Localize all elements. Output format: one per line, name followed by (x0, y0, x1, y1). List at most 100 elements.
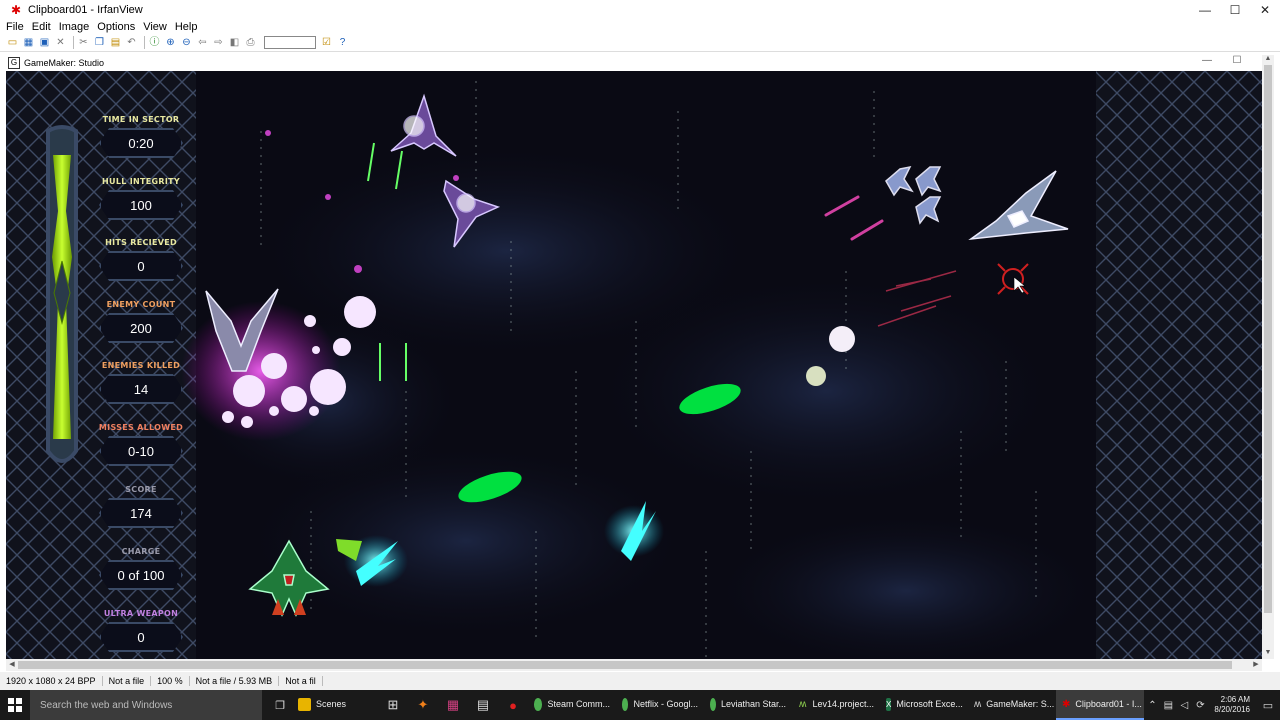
store-icon[interactable]: ⊞ (378, 690, 408, 720)
network-icon[interactable]: ▤ (1161, 700, 1175, 711)
scroll-left-icon[interactable]: ◀ (6, 659, 18, 671)
menu-help[interactable]: Help (175, 21, 198, 33)
taskbar-item-netflix[interactable]: Netflix - Googl... (616, 690, 704, 720)
hud-label: MISSES ALLOWED (98, 423, 184, 432)
taskbar-clock[interactable]: 2:06 AM 8/20/2016 (1208, 695, 1256, 715)
scroll-up-icon[interactable]: ▲ (1262, 55, 1274, 65)
zoom-input[interactable] (264, 36, 316, 49)
windows-icon (8, 698, 22, 712)
copy-icon[interactable]: ❐ (93, 36, 106, 49)
undo-icon[interactable]: ↶ (125, 36, 138, 49)
excel-icon: X (886, 697, 892, 711)
toolbar-separator (73, 36, 74, 49)
print-icon[interactable]: ⎙ (244, 36, 257, 49)
taskbar-item-excel[interactable]: X Microsoft Exce... (880, 690, 968, 720)
game-viewport[interactable]: TIME IN SECTOR 0:20 HULL INTEGRITY 100 H… (6, 71, 1262, 659)
health-bar (46, 125, 78, 463)
clock-date: 8/20/2016 (1214, 705, 1250, 714)
menu-view[interactable]: View (143, 21, 167, 33)
taskbar-search[interactable]: Search the web and Windows (30, 690, 262, 720)
info-icon[interactable]: ⓘ (148, 36, 161, 49)
notification-icon[interactable]: ▭ (1256, 699, 1280, 712)
hud-value: 0:20 (99, 128, 183, 158)
hud-label: ULTRA WEAPON (103, 609, 179, 618)
slideshow-icon[interactable]: ◧ (228, 36, 241, 49)
hud-label: SCORE (125, 485, 157, 494)
maximize-button[interactable]: ☐ (1220, 0, 1250, 20)
hud-value: 0 of 100 (99, 560, 183, 590)
minimize-button[interactable]: — (1190, 0, 1220, 20)
status-size: Not a file / 5.93 MB (190, 676, 280, 686)
menu-image[interactable]: Image (59, 21, 90, 33)
taskbar-item-label: Steam Comm... (547, 699, 610, 709)
menu-file[interactable]: File (6, 21, 24, 33)
zoom-out-icon[interactable]: ⊖ (180, 36, 193, 49)
toolbar-separator (144, 36, 145, 49)
menu-bar: File Edit Image Options View Help (0, 20, 1280, 34)
status-dimensions: 1920 x 1080 x 24 BPP (0, 676, 103, 686)
open-icon[interactable]: ▭ (6, 36, 19, 49)
record-icon[interactable]: ● (498, 690, 528, 720)
volume-icon[interactable]: ◁ (1177, 700, 1191, 711)
gamemaker-window-controls: — ☐ (1192, 55, 1252, 66)
window-controls: — ☐ ✕ (1190, 0, 1280, 20)
taskbar-item-label: Microsoft Exce... (896, 699, 963, 709)
system-tray: ⌃ ▤ ◁ ⟳ 2:06 AM 8/20/2016 ▭ (1144, 690, 1280, 720)
gamemaker-window-bar: G GameMaker: Studio — ☐ (6, 55, 1272, 71)
taskbar-item-clipboard[interactable]: ✱ Clipboard01 - I... (1056, 690, 1144, 720)
task-view-icon[interactable]: ❐ (268, 690, 292, 720)
gamemaker-window-title: GameMaker: Studio (24, 58, 105, 68)
hud-enemy-count: ENEMY COUNT 200 (96, 300, 186, 343)
next-icon[interactable]: ⇨ (212, 36, 225, 49)
help-icon[interactable]: ? (336, 36, 349, 49)
paste-icon[interactable]: ▤ (109, 36, 122, 49)
chevron-up-icon[interactable]: ⌃ (1145, 700, 1159, 711)
calculator-icon[interactable]: ▤ (468, 690, 498, 720)
options-icon[interactable]: ☑ (320, 36, 333, 49)
zoom-in-icon[interactable]: ⊕ (164, 36, 177, 49)
taskbar-item-gamemaker[interactable]: ʍ GameMaker: S... (968, 690, 1056, 720)
start-button[interactable] (0, 690, 30, 720)
previous-icon[interactable]: ⇦ (196, 36, 209, 49)
hud-ultra-weapon: ULTRA WEAPON 0 (96, 609, 186, 652)
horizontal-scrollbar[interactable]: ◀ ▶ (6, 659, 1262, 671)
taskbar-item-steam[interactable]: Steam Comm... (528, 690, 616, 720)
scroll-down-icon[interactable]: ▼ (1262, 649, 1274, 659)
menu-options[interactable]: Options (97, 21, 135, 33)
chrome-icon (534, 697, 543, 711)
paint-icon[interactable]: ▦ (438, 690, 468, 720)
menu-edit[interactable]: Edit (32, 21, 51, 33)
thumbnails-icon[interactable]: ▦ (22, 36, 35, 49)
irfanview-icon: ✱ (10, 3, 22, 17)
hud-value: 174 (99, 498, 183, 528)
vertical-scrollbar[interactable]: ▲ ▼ (1262, 55, 1274, 659)
close-button[interactable]: ✕ (1250, 0, 1280, 20)
status-bar: 1920 x 1080 x 24 BPP Not a file 100 % No… (0, 672, 1280, 690)
taskbar-item-lev14[interactable]: ʍ Lev14.project... (792, 690, 880, 720)
save-icon[interactable]: ▣ (38, 36, 51, 49)
taskbar-item-leviathan[interactable]: Leviathan Star... (704, 690, 792, 720)
scroll-thumb[interactable] (18, 661, 1232, 669)
sync-icon[interactable]: ⟳ (1193, 700, 1207, 711)
hud-misses-allowed: MISSES ALLOWED 0-10 (96, 423, 186, 466)
enemy-ship (390, 93, 457, 157)
gamemaker-maximize-button[interactable]: ☐ (1222, 55, 1252, 66)
status-file: Not a file (103, 676, 152, 686)
hud-value: 14 (99, 374, 183, 404)
scroll-thumb[interactable] (1264, 65, 1272, 613)
taskbar-item-scenes[interactable]: Scenes (292, 690, 378, 720)
irfanview-icon: ✱ (1062, 698, 1071, 710)
app-icon[interactable]: ✦ (408, 690, 438, 720)
hud-value: 200 (99, 313, 183, 343)
game-scene (6, 71, 1262, 659)
scroll-right-icon[interactable]: ▶ (1250, 659, 1262, 671)
cut-icon[interactable]: ✂ (77, 36, 90, 49)
toolbar: ▭ ▦ ▣ ✕ ✂ ❐ ▤ ↶ ⓘ ⊕ ⊖ ⇦ ⇨ ◧ ⎙ ☑ ? (0, 34, 1280, 52)
window-title: Clipboard01 - IrfanView (28, 4, 143, 16)
chrome-icon (622, 697, 629, 711)
hud-label: CHARGE (121, 547, 161, 556)
folder-icon (298, 697, 311, 711)
hud-value: 0 (99, 622, 183, 652)
delete-icon[interactable]: ✕ (54, 36, 67, 49)
gamemaker-minimize-button[interactable]: — (1192, 55, 1222, 66)
